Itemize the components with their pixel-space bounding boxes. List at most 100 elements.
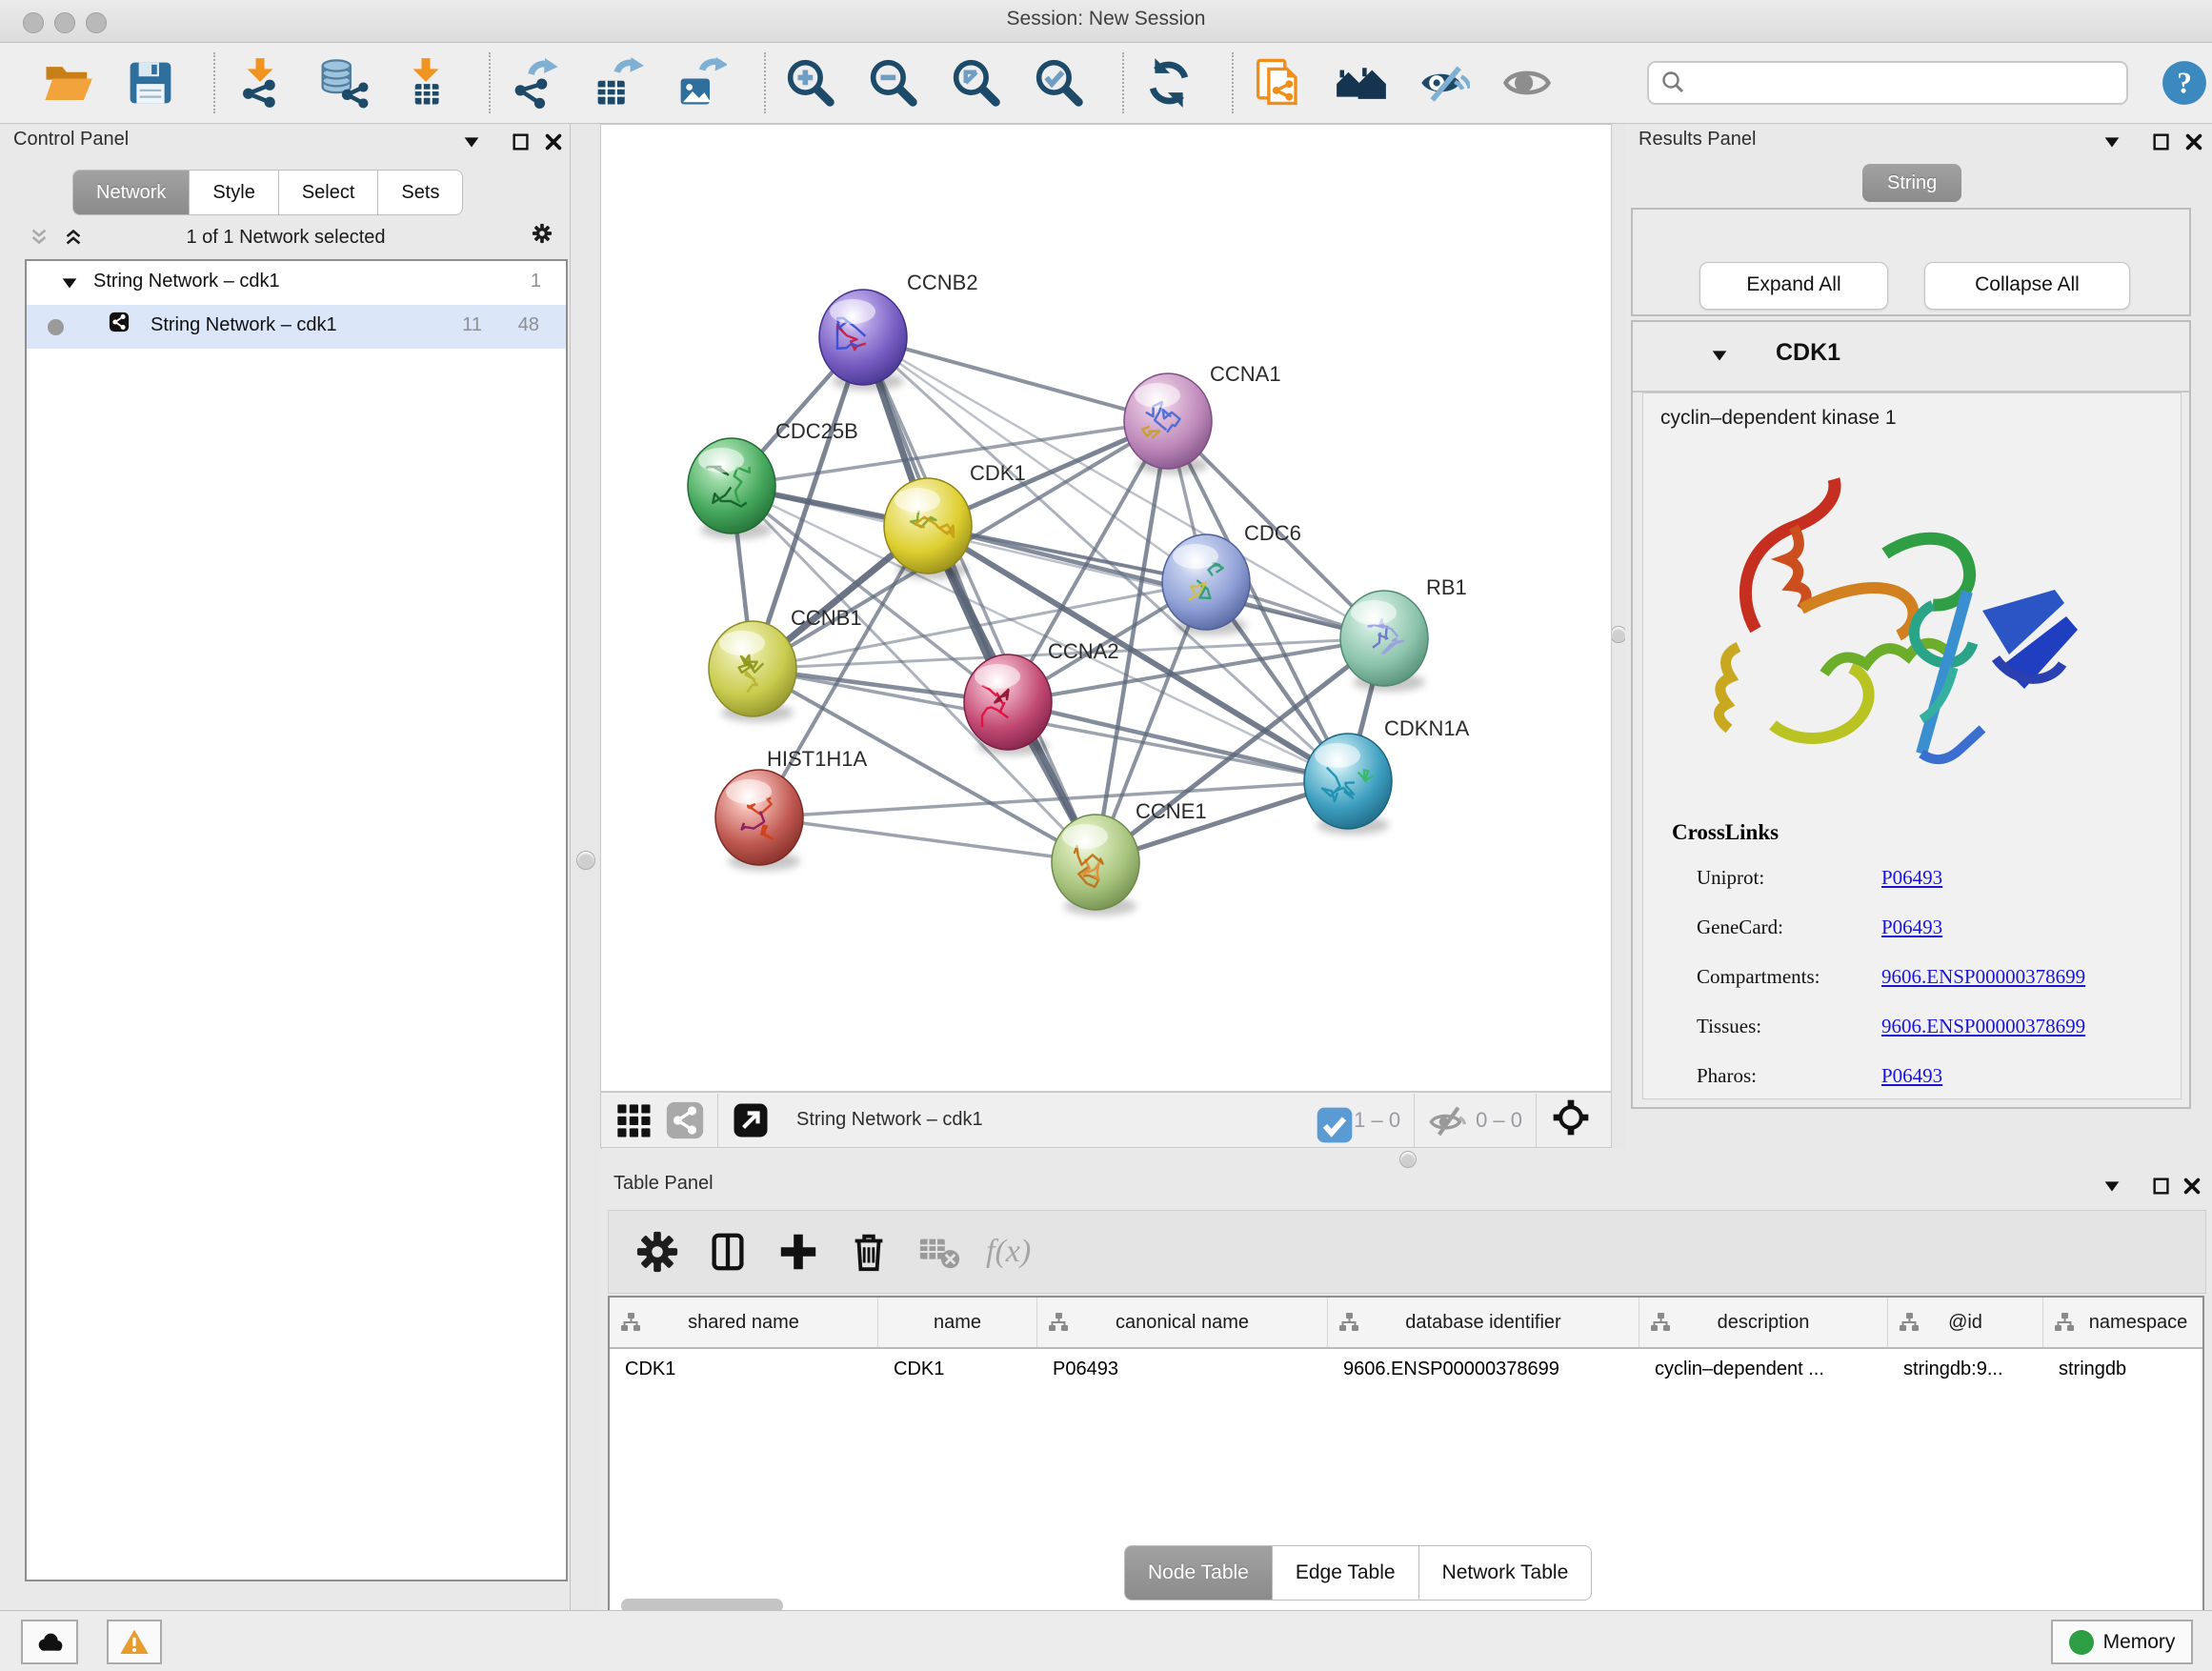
- home-view-icon[interactable]: [1336, 57, 1387, 109]
- close-panel-icon[interactable]: [2183, 131, 2204, 152]
- network-canvas[interactable]: CCNB2CCNA1CDC25BCDK1CDC6RB1CCNB1CCNA2CDK…: [600, 124, 1612, 1092]
- memory-button[interactable]: Memory: [2051, 1620, 2193, 1664]
- collapse-all-button[interactable]: Collapse All: [1924, 262, 2130, 310]
- search-box[interactable]: [1647, 61, 2128, 105]
- column-header-shared-name[interactable]: shared name: [610, 1298, 878, 1347]
- table-tabs: Node TableEdge TableNetwork Table: [1124, 1545, 1592, 1601]
- float-panel-icon[interactable]: [2151, 1176, 2172, 1197]
- tab-network-table[interactable]: Network Table: [1419, 1545, 1593, 1601]
- table-cell[interactable]: cyclin–dependent ...: [1639, 1349, 1888, 1393]
- column-header-database-identifier[interactable]: database identifier: [1328, 1298, 1639, 1347]
- import-table-icon[interactable]: [400, 57, 452, 109]
- crosslink-link[interactable]: P06493: [1881, 916, 1942, 939]
- pan-crosshair-icon[interactable]: [1552, 1098, 1596, 1142]
- network-collection-row[interactable]: String Network – cdk1 1: [27, 261, 566, 305]
- clone-network-view-icon[interactable]: [1253, 57, 1304, 109]
- tab-network[interactable]: Network: [72, 170, 190, 215]
- crosslink-link[interactable]: P06493: [1881, 1064, 1942, 1088]
- zoom-fit-icon[interactable]: [951, 57, 1002, 109]
- column-header-name[interactable]: name: [878, 1298, 1037, 1347]
- zoom-selected-icon[interactable]: [1034, 57, 1085, 109]
- results-panel: Results Panel String Expand All Collapse…: [1625, 124, 2212, 1149]
- column-header-@id[interactable]: @id: [1888, 1298, 2043, 1347]
- crosslink-link[interactable]: 9606.ENSP00000378699: [1881, 965, 2085, 989]
- hide-selected-icon[interactable]: [1418, 57, 1470, 109]
- column-header-description[interactable]: description: [1639, 1298, 1888, 1347]
- node-label-HIST1H1A: HIST1H1A: [767, 747, 867, 771]
- zoom-in-icon[interactable]: [785, 57, 836, 109]
- import-database-icon[interactable]: [317, 57, 369, 109]
- network-graph[interactable]: CCNB2CCNA1CDC25BCDK1CDC6RB1CCNB1CCNA2CDK…: [601, 125, 1611, 1091]
- tab-string[interactable]: String: [1862, 164, 1961, 202]
- toolbar-divider: [213, 52, 215, 113]
- column-header-canonical-name[interactable]: canonical name: [1037, 1298, 1328, 1347]
- save-session-icon[interactable]: [125, 57, 176, 109]
- export-network-icon[interactable]: [510, 57, 561, 109]
- crosslink-link[interactable]: P06493: [1881, 866, 1942, 890]
- close-panel-icon[interactable]: [2182, 1176, 2202, 1197]
- panel-menu-icon[interactable]: [461, 131, 482, 152]
- zoom-out-icon[interactable]: [868, 57, 919, 109]
- expand-all-button[interactable]: Expand All: [1699, 262, 1888, 310]
- splitter-handle[interactable]: [1399, 1151, 1417, 1168]
- section-collapse-icon[interactable]: [1709, 345, 1730, 366]
- crosslink-row: GeneCard:P06493: [1697, 916, 2173, 939]
- tab-sets[interactable]: Sets: [378, 170, 463, 215]
- export-image-icon[interactable]: [675, 57, 727, 109]
- toolbar-divider: [1232, 52, 1234, 113]
- panel-menu-icon[interactable]: [2101, 131, 2122, 152]
- node-label-CDKN1A: CDKN1A: [1384, 716, 1470, 740]
- memory-label: Memory: [2103, 1631, 2176, 1654]
- import-network-icon[interactable]: [234, 57, 286, 109]
- birds-eye-view-icon[interactable]: [614, 1101, 653, 1139]
- panel-menu-icon[interactable]: [2101, 1176, 2122, 1197]
- view-string-icon[interactable]: [666, 1101, 704, 1139]
- delete-column-icon[interactable]: [847, 1230, 891, 1274]
- float-panel-icon[interactable]: [511, 131, 532, 152]
- network-row-label: String Network – cdk1: [151, 314, 337, 336]
- table-cell[interactable]: CDK1: [610, 1349, 878, 1393]
- table-cell[interactable]: stringdb: [2043, 1349, 2204, 1393]
- collection-expand-icon[interactable]: [59, 272, 78, 292]
- hidden-eye-slash-icon[interactable]: [1428, 1101, 1466, 1139]
- cloud-status-button[interactable]: [21, 1620, 78, 1664]
- float-panel-icon[interactable]: [2151, 131, 2172, 152]
- export-table-icon[interactable]: [593, 57, 644, 109]
- gene-section-header[interactable]: CDK1: [1633, 322, 2189, 393]
- table-row[interactable]: CDK1CDK1P064939606.ENSP00000378699cyclin…: [610, 1349, 2202, 1393]
- splitter-handle[interactable]: [576, 851, 595, 870]
- refresh-view-icon[interactable]: [1143, 57, 1195, 109]
- table-cell[interactable]: 9606.ENSP00000378699: [1328, 1349, 1639, 1393]
- help-button[interactable]: ?: [2161, 59, 2208, 107]
- add-column-icon[interactable]: [776, 1230, 820, 1274]
- results-panel-title: Results Panel: [1639, 129, 1756, 151]
- table-cell[interactable]: CDK1: [878, 1349, 1037, 1393]
- search-input[interactable]: [1687, 71, 2126, 95]
- canvas-results-splitter[interactable]: [1612, 124, 1625, 1149]
- crosslink-label: Uniprot:: [1697, 866, 1764, 889]
- vertical-splitter[interactable]: [570, 124, 602, 1610]
- tab-edge-table[interactable]: Edge Table: [1273, 1545, 1419, 1601]
- selected-checkbox-icon[interactable]: [1316, 1106, 1344, 1135]
- detach-view-icon[interactable]: [732, 1101, 770, 1139]
- table-cell[interactable]: stringdb:9...: [1888, 1349, 2043, 1393]
- open-file-icon[interactable]: [42, 57, 93, 109]
- crosslink-link[interactable]: 9606.ENSP00000378699: [1881, 1015, 2085, 1038]
- network-edge-count: 48: [518, 314, 539, 336]
- preview-mode-icon[interactable]: [1501, 57, 1553, 109]
- close-panel-icon[interactable]: [543, 131, 564, 152]
- tab-style[interactable]: Style: [190, 170, 278, 215]
- status-bar: Memory: [0, 1610, 2212, 1671]
- tab-node-table[interactable]: Node Table: [1124, 1545, 1273, 1601]
- network-row-selected[interactable]: String Network – cdk1 11 48: [27, 305, 566, 349]
- warning-status-button[interactable]: [107, 1620, 162, 1664]
- show-column-icon[interactable]: [706, 1230, 750, 1274]
- node-label-CDC6: CDC6: [1244, 521, 1301, 545]
- crosslink-label: Tissues:: [1697, 1015, 1761, 1037]
- tab-select[interactable]: Select: [279, 170, 379, 215]
- network-options-gear-icon[interactable]: [532, 223, 560, 252]
- table-cell[interactable]: P06493: [1037, 1349, 1328, 1393]
- table-options-gear-icon[interactable]: [635, 1230, 679, 1274]
- column-header-namespace[interactable]: namespace: [2043, 1298, 2204, 1347]
- horizontal-splitter[interactable]: [600, 1149, 2212, 1168]
